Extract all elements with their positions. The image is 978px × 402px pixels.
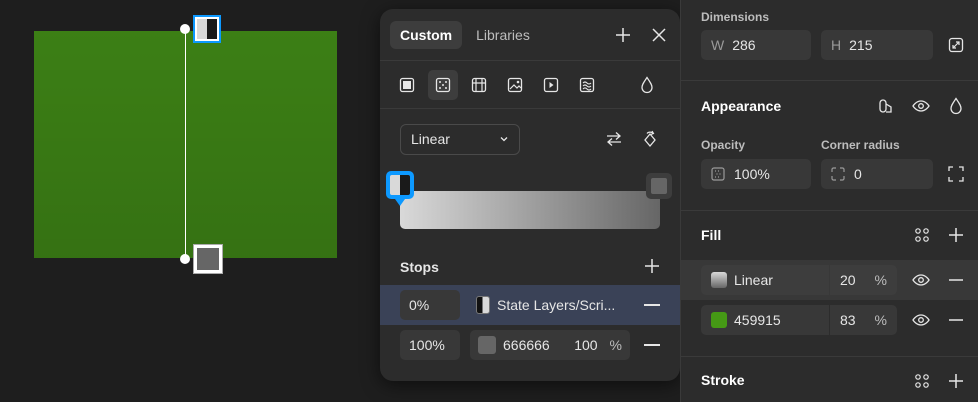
gradient-type-dropdown[interactable]: Linear	[400, 123, 520, 155]
stop-color-input[interactable]: 666666 100 %	[470, 330, 630, 360]
height-value: 215	[849, 37, 873, 53]
fill-opacity-unit: %	[874, 312, 887, 328]
add-stop-icon[interactable]	[644, 258, 660, 277]
tab-custom[interactable]: Custom	[390, 20, 463, 49]
gradient-type-row: Linear	[380, 109, 680, 169]
fill-title: Fill	[701, 227, 722, 243]
paint-type-toolbar	[380, 61, 680, 109]
gradient-type-value: Linear	[411, 131, 450, 147]
fill-color-selector[interactable]: 459915	[701, 305, 829, 335]
stop-color-hex: 666666	[503, 337, 550, 353]
gradient-end-handle[interactable]	[193, 244, 223, 274]
variable-mode-icon[interactable]	[876, 96, 896, 116]
popover-header: Custom Libraries	[380, 9, 680, 61]
corner-radius-value: 0	[854, 166, 862, 182]
independent-corners-icon[interactable]	[946, 164, 966, 184]
flip-gradient-icon[interactable]	[604, 129, 624, 149]
opacity-icon	[711, 167, 725, 181]
section-divider	[681, 356, 978, 357]
stop-opacity-unit: %	[609, 337, 622, 353]
fill-opacity-unit: %	[874, 272, 887, 288]
width-prefix: W	[711, 37, 725, 53]
appearance-title: Appearance	[701, 98, 782, 114]
blend-mode-icon[interactable]	[632, 70, 662, 100]
fill-opacity-value: 83	[840, 312, 856, 328]
close-icon[interactable]	[648, 24, 670, 46]
fill-opacity-field[interactable]: 20 %	[830, 265, 897, 295]
gradient-paint-icon[interactable]	[428, 69, 458, 100]
gradient-stop-end-marker[interactable]	[646, 173, 672, 199]
gradient-direction-line[interactable]	[185, 29, 186, 259]
opacity-label: Opacity	[701, 138, 746, 152]
fill-opacity-field[interactable]: 83 %	[830, 305, 897, 335]
stops-title: Stops	[400, 259, 439, 275]
width-field[interactable]: W 286	[701, 30, 811, 60]
fill-picker-popover: Custom Libraries Linear Stops 0% State L…	[380, 9, 680, 381]
remove-stop-icon[interactable]	[644, 304, 660, 306]
gradient-line-start-dot[interactable]	[180, 24, 190, 34]
tab-libraries[interactable]: Libraries	[466, 21, 540, 49]
rotate-gradient-icon[interactable]	[640, 129, 660, 149]
width-value: 286	[732, 37, 756, 53]
gradient-stop-start-marker[interactable]	[386, 171, 414, 206]
fill-row-solid[interactable]: 459915 83 %	[681, 300, 978, 340]
stop-color-style[interactable]: State Layers/Scri...	[470, 290, 640, 320]
fill-paint-selector[interactable]: Linear	[701, 265, 829, 295]
chevron-down-icon	[500, 137, 508, 142]
styles-grid-icon[interactable]	[912, 225, 932, 245]
corner-radius-label: Corner radius	[821, 138, 900, 152]
resize-to-fit-icon[interactable]	[946, 35, 966, 55]
add-fill-icon[interactable]	[946, 225, 966, 245]
gradient-swatch-icon	[711, 272, 727, 288]
noise-paint-icon[interactable]	[572, 70, 602, 100]
stops-header: Stops	[380, 249, 680, 285]
visibility-eye-icon[interactable]	[911, 96, 931, 116]
fill-row-gradient[interactable]: Linear 20 %	[681, 260, 978, 300]
color-swatch-icon	[478, 336, 496, 354]
remove-fill-icon[interactable]	[946, 310, 966, 330]
color-swatch-icon	[711, 312, 727, 328]
section-divider	[681, 80, 978, 81]
pattern-paint-icon[interactable]	[464, 70, 494, 100]
stop-position-input[interactable]: 0%	[400, 290, 460, 320]
stop-position-input[interactable]: 100%	[400, 330, 460, 360]
stop-style-name: State Layers/Scri...	[497, 297, 616, 313]
solid-paint-icon[interactable]	[392, 70, 422, 100]
add-stroke-icon[interactable]	[946, 371, 966, 391]
gradient-start-handle[interactable]	[193, 15, 221, 43]
dimensions-label: Dimensions	[701, 10, 770, 24]
corner-radius-field[interactable]: 0	[821, 159, 933, 189]
section-divider	[681, 210, 978, 211]
height-prefix: H	[831, 37, 842, 53]
blend-mode-icon[interactable]	[946, 96, 966, 116]
stop-opacity-value[interactable]: 100	[574, 337, 597, 353]
styles-grid-icon[interactable]	[912, 371, 932, 391]
add-icon[interactable]	[612, 24, 634, 46]
visibility-eye-icon[interactable]	[911, 310, 931, 330]
opacity-field[interactable]: 100%	[701, 159, 811, 189]
corner-radius-icon	[831, 167, 845, 181]
gradient-editor	[380, 169, 680, 249]
gradient-line-end-dot[interactable]	[180, 254, 190, 264]
remove-stop-icon[interactable]	[644, 344, 660, 346]
stop-row-1[interactable]: 100% 666666 100 %	[380, 325, 680, 365]
properties-panel: Dimensions W 286 H 215 Appearance Opacit…	[680, 0, 978, 402]
stroke-title: Stroke	[701, 372, 745, 388]
fill-color-hex: 459915	[734, 312, 781, 328]
image-paint-icon[interactable]	[500, 70, 530, 100]
remove-fill-icon[interactable]	[946, 270, 966, 290]
height-field[interactable]: H 215	[821, 30, 933, 60]
video-paint-icon[interactable]	[536, 70, 566, 100]
stop-row-0[interactable]: 0% State Layers/Scri...	[380, 285, 680, 325]
opacity-value: 100%	[734, 166, 770, 182]
visibility-eye-icon[interactable]	[911, 270, 931, 290]
style-swatch-icon	[476, 296, 490, 314]
fill-opacity-value: 20	[840, 272, 856, 288]
gradient-preview-bar[interactable]	[400, 191, 660, 229]
fill-gradient-name: Linear	[734, 272, 773, 288]
